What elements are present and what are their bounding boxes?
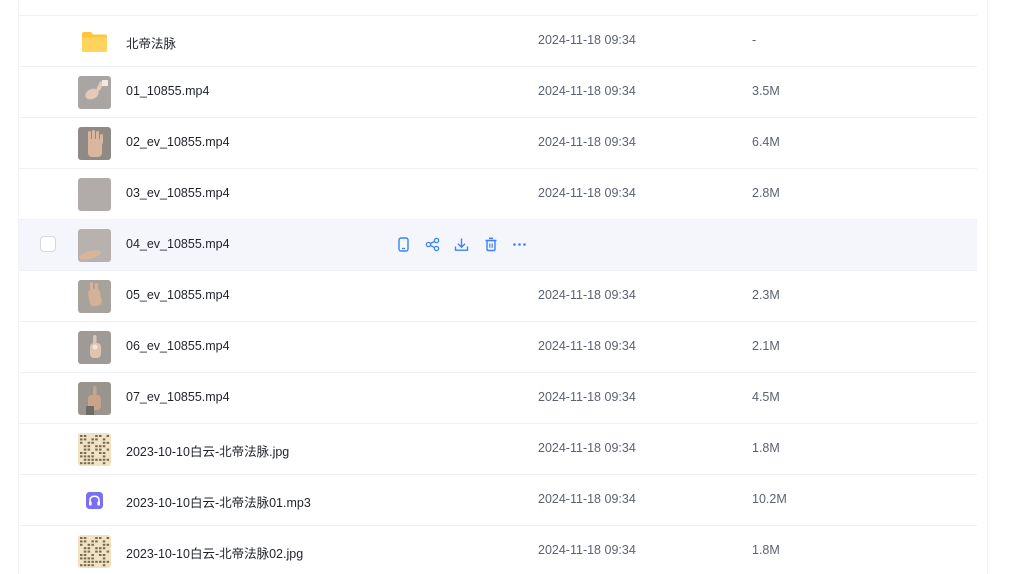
- phone-icon[interactable]: [395, 236, 412, 253]
- modified-date: 2024-11-18 09:34: [538, 543, 636, 557]
- file-name[interactable]: 06_ev_10855.mp4: [126, 339, 230, 353]
- file-size: 3.5M: [752, 84, 780, 98]
- audio-file-icon: [78, 484, 111, 517]
- delete-icon[interactable]: [482, 236, 499, 253]
- file-size: 4.5M: [752, 390, 780, 404]
- modified-date: 2024-11-18 09:34: [538, 288, 636, 302]
- file-name[interactable]: 01_10855.mp4: [126, 84, 209, 98]
- file-thumbnail: [78, 178, 111, 211]
- file-row[interactable]: 05_ev_10855.mp4 2024-11-18 09:34 2.3M: [19, 270, 977, 321]
- file-row[interactable]: 04_ev_10855.mp4: [19, 219, 977, 270]
- file-row[interactable]: 2023-10-10白云-北帝法脉02.jpg 2024-11-18 09:34 1…: [19, 525, 977, 574]
- file-thumbnail: [78, 280, 111, 313]
- file-name[interactable]: 04_ev_10855.mp4: [126, 237, 230, 251]
- file-row[interactable]: 2023-10-10白云-北帝法脉01.mp3 2024-11-18 09:34 1…: [19, 474, 977, 525]
- file-row[interactable]: 06_ev_10855.mp4 2024-11-18 09:34 2.1M: [19, 321, 977, 372]
- file-list: 北帝法脉 2024-11-18 09:34 - 01_10855.mp4 2024-11…: [19, 15, 977, 574]
- file-name[interactable]: 2023-10-10白云-北帝法脉01.mp3: [126, 492, 311, 511]
- file-size: -: [752, 33, 757, 47]
- file-row[interactable]: 02_ev_10855.mp4 2024-11-18 09:34 6.4M: [19, 117, 977, 168]
- more-icon[interactable]: [511, 236, 528, 253]
- file-size: 2.1M: [752, 339, 780, 353]
- file-row[interactable]: 03_ev_10855.mp4 2024-11-18 09:34 2.8M: [19, 168, 977, 219]
- modified-date: 2024-11-18 09:34: [538, 84, 636, 98]
- row-actions: [395, 236, 528, 253]
- modified-date: 2024-11-18 09:34: [538, 441, 636, 455]
- file-row[interactable]: 2023-10-10白云-北帝法脉.jpg 2024-11-18 09:34 1.8…: [19, 423, 977, 474]
- file-thumbnail: [78, 535, 111, 568]
- file-size: 1.8M: [752, 441, 780, 455]
- file-name[interactable]: 03_ev_10855.mp4: [126, 186, 230, 200]
- file-row[interactable]: 07_ev_10855.mp4 2024-11-18 09:34 4.5M: [19, 372, 977, 423]
- file-thumbnail: [78, 433, 111, 466]
- file-thumbnail: [78, 229, 111, 262]
- folder-row[interactable]: 北帝法脉 2024-11-18 09:34 -: [19, 15, 977, 66]
- file-row[interactable]: 01_10855.mp4 2024-11-18 09:34 3.5M: [19, 66, 977, 117]
- file-name[interactable]: 05_ev_10855.mp4: [126, 288, 230, 302]
- file-name[interactable]: 07_ev_10855.mp4: [126, 390, 230, 404]
- share-icon[interactable]: [424, 236, 441, 253]
- row-checkbox[interactable]: [40, 236, 56, 252]
- file-size: 10.2M: [752, 492, 787, 506]
- modified-date: 2024-11-18 09:34: [538, 33, 636, 47]
- file-list-panel: 北帝法脉 2024-11-18 09:34 - 01_10855.mp4 2024-11…: [18, 0, 988, 574]
- modified-date: 2024-11-18 09:34: [538, 186, 636, 200]
- file-thumbnail: [78, 76, 111, 109]
- file-size: 6.4M: [752, 135, 780, 149]
- modified-date: 2024-11-18 09:34: [538, 135, 636, 149]
- file-name[interactable]: 2023-10-10白云-北帝法脉.jpg: [126, 441, 289, 460]
- file-thumbnail: [78, 331, 111, 364]
- file-size: 2.3M: [752, 288, 780, 302]
- modified-date: 2024-11-18 09:34: [538, 492, 636, 506]
- modified-date: 2024-11-18 09:34: [538, 390, 636, 404]
- download-icon[interactable]: [453, 236, 470, 253]
- file-name[interactable]: 北帝法脉: [126, 33, 176, 52]
- file-name[interactable]: 02_ev_10855.mp4: [126, 135, 230, 149]
- file-thumbnail: [78, 382, 111, 415]
- modified-date: 2024-11-18 09:34: [538, 339, 636, 353]
- file-size: 2.8M: [752, 186, 780, 200]
- file-name[interactable]: 2023-10-10白云-北帝法脉02.jpg: [126, 543, 303, 562]
- file-thumbnail: [78, 127, 111, 160]
- folder-icon: [78, 25, 111, 58]
- file-size: 1.8M: [752, 543, 780, 557]
